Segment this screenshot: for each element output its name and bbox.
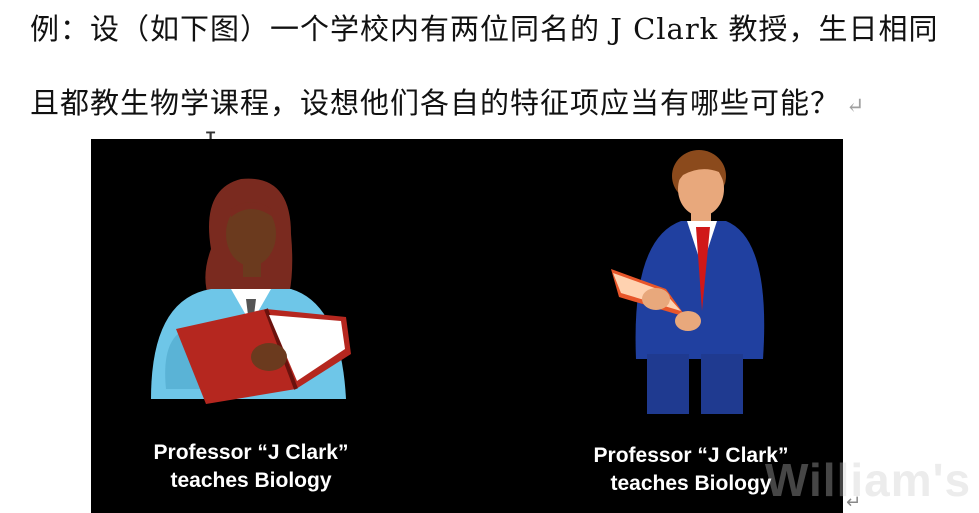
caption-left-line1: Professor “J Clark” (153, 441, 349, 464)
caption-left: Professor “J Clark” teaches Biology (131, 439, 371, 495)
end-paragraph-mark: ↵ (846, 492, 862, 513)
paragraph-line-2-text: 且都教生物学课程，设想他们各自的特征项应当有哪些可能？ (30, 86, 841, 120)
figure-image[interactable]: Professor “J Clark” teaches Biology Prof… (91, 139, 843, 513)
paragraph-line-2: 且都教生物学课程，设想他们各自的特征项应当有哪些可能？ ↵ (30, 80, 865, 122)
female-professor-figure (151, 178, 351, 404)
paragraph-mark: ↵ (846, 94, 866, 119)
male-professor-figure (611, 150, 765, 414)
watermark: William's (765, 454, 972, 506)
caption-left-line2: teaches Biology (170, 469, 332, 492)
paragraph-line-1: 例：设（如下图）一个学校内有两位同名的 J Clark 教授，生日相同 (30, 12, 939, 46)
